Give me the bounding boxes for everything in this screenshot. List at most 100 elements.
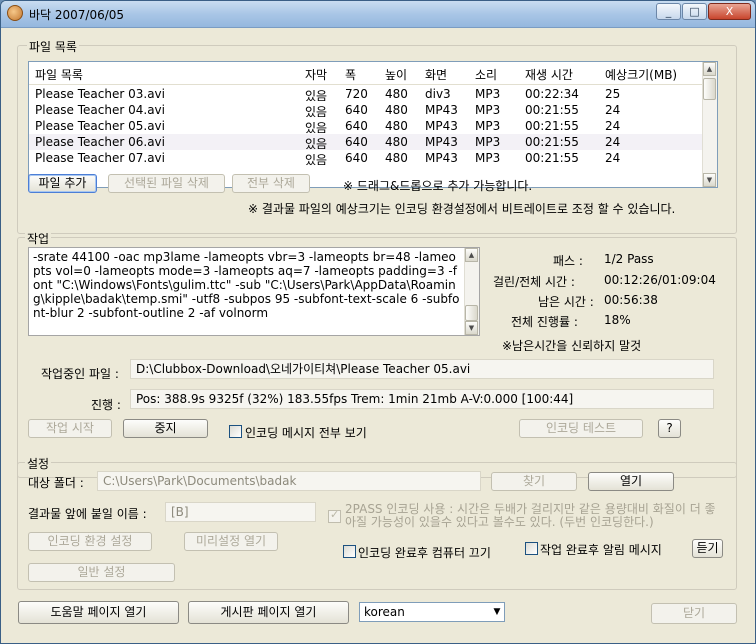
settings-group-label: 설정 — [25, 455, 52, 472]
shutdown-after-checkbox[interactable] — [343, 545, 356, 558]
column-header-audio[interactable]: 소리 — [475, 66, 497, 83]
command-scrollbar[interactable]: ▲ ▼ — [464, 248, 479, 335]
cell-audio: MP3 — [475, 119, 501, 133]
file-list-scrollbar[interactable]: ▲ ▼ — [702, 62, 717, 187]
delete-all-button[interactable]: 전부 삭제 — [232, 174, 310, 193]
minimize-button[interactable]: _ — [656, 3, 681, 20]
current-file-label: 작업중인 파일 : — [41, 367, 119, 381]
column-header-subtitle[interactable]: 자막 — [305, 66, 327, 83]
cell-height: 480 — [385, 87, 408, 101]
scroll-down-icon[interactable]: ▼ — [703, 173, 716, 187]
scroll-down-icon[interactable]: ▼ — [465, 321, 478, 335]
cell-audio: MP3 — [475, 87, 501, 101]
cell-video: MP43 — [425, 135, 458, 149]
cell-width: 640 — [345, 135, 368, 149]
target-folder-field[interactable]: C:\Users\Park\Documents\badak — [97, 471, 481, 491]
cell-video: MP43 — [425, 103, 458, 117]
file-list-row[interactable]: Please Teacher 03.avi 있음 720 480 div3 MP… — [29, 86, 705, 103]
language-select[interactable]: korean ▼ — [359, 602, 505, 622]
column-header-est-size[interactable]: 예상크기(MB) — [605, 66, 677, 83]
cell-height: 480 — [385, 103, 408, 117]
cell-duration: 00:22:34 — [525, 87, 579, 101]
cell-est-size: 25 — [605, 87, 621, 101]
help-page-button[interactable]: 도움말 페이지 열기 — [18, 601, 179, 624]
elapsed-label: 걸린/전체 시간 : — [493, 275, 575, 289]
cell-height: 480 — [385, 135, 408, 149]
column-header-filename[interactable]: 파일 목록 — [35, 66, 83, 83]
size-hint: ※ 결과물 파일의 예상크기는 인코딩 환경설정에서 비트레이트로 조정 할 수… — [248, 202, 676, 216]
file-list-row[interactable]: Please Teacher 06.avi 있음 640 480 MP43 MP… — [29, 134, 705, 151]
two-pass-checkbox[interactable] — [328, 508, 341, 523]
file-list-group-label: 파일 목록 — [27, 38, 79, 55]
stop-job-button[interactable]: 중지 — [123, 419, 208, 438]
scroll-up-icon[interactable]: ▲ — [703, 62, 716, 76]
scroll-thumb[interactable] — [465, 305, 478, 321]
cell-filename: Please Teacher 06.avi — [35, 135, 165, 149]
encoding-settings-button[interactable]: 인코딩 환경 설정 — [28, 532, 152, 551]
help-button[interactable]: ? — [658, 419, 681, 438]
scroll-up-icon[interactable]: ▲ — [465, 248, 478, 262]
add-file-button[interactable]: 파일 추가 — [28, 174, 97, 193]
cell-duration: 00:21:55 — [525, 119, 579, 133]
file-list[interactable]: 파일 목록 자막 폭 높이 화면 소리 재생 시간 예상크기(MB) Pleas… — [28, 61, 718, 188]
prefix-field[interactable]: [B] — [165, 502, 316, 522]
cell-width: 640 — [345, 151, 368, 165]
file-list-header: 파일 목록 자막 폭 높이 화면 소리 재생 시간 예상크기(MB) — [29, 62, 705, 85]
pass-label: 패스 : — [553, 254, 583, 268]
alert-after-checkbox[interactable] — [525, 542, 538, 555]
maximize-button[interactable]: □ — [682, 3, 707, 20]
client-area: 파일 목록 파일 목록 자막 폭 높이 화면 소리 재생 시간 예상크기(MB)… — [5, 28, 751, 641]
cell-est-size: 24 — [605, 119, 621, 133]
encoding-test-button[interactable]: 인코딩 테스트 — [519, 419, 643, 438]
close-button[interactable]: 닫기 — [651, 603, 737, 624]
app-icon — [7, 5, 23, 21]
remaining-label: 남은 시간 : — [538, 295, 594, 309]
status-label: 진행 : — [91, 398, 121, 412]
column-header-height[interactable]: 높이 — [385, 66, 407, 83]
target-folder-label: 대상 폴더 : — [28, 476, 84, 490]
elapsed-value: 00:12:26/01:09:04 — [604, 273, 716, 287]
start-job-button[interactable]: 작업 시작 — [28, 419, 112, 438]
chevron-down-icon[interactable]: ▼ — [492, 606, 502, 618]
cell-filename: Please Teacher 04.avi — [35, 103, 165, 117]
cell-width: 640 — [345, 103, 368, 117]
column-header-duration[interactable]: 재생 시간 — [525, 66, 573, 83]
close-window-button[interactable]: X — [708, 3, 751, 20]
file-list-row[interactable]: Please Teacher 07.avi 있음 640 480 MP43 MP… — [29, 150, 705, 167]
unreliable-note: ※남은시간을 신뢰하지 말것 — [502, 339, 642, 353]
window-title: 바닥 2007/06/05 — [29, 8, 125, 22]
listen-button[interactable]: 듣기 — [692, 539, 723, 558]
column-header-video[interactable]: 화면 — [425, 66, 447, 83]
cell-audio: MP3 — [475, 135, 501, 149]
cell-filename: Please Teacher 05.avi — [35, 119, 165, 133]
title-bar[interactable]: 바닥 2007/06/05 _ □ X — [1, 1, 755, 28]
progress-label: 전체 진행률 : — [511, 315, 578, 329]
drag-drop-hint: ※ 드래그&드롭으로 추가 가능합니다. — [343, 179, 533, 193]
browse-folder-button[interactable]: 찾기 — [491, 472, 577, 491]
delete-selected-button[interactable]: 선택된 파일 삭제 — [108, 174, 225, 193]
file-list-row[interactable]: Please Teacher 05.avi 있음 640 480 MP43 MP… — [29, 118, 705, 135]
cell-video: MP43 — [425, 119, 458, 133]
cell-est-size: 24 — [605, 103, 621, 117]
job-group-label: 작업 — [25, 230, 52, 247]
command-line-box[interactable]: -srate 44100 -oac mp3lame -lameopts vbr=… — [28, 247, 480, 336]
cell-duration: 00:21:55 — [525, 151, 579, 165]
column-header-width[interactable]: 폭 — [345, 66, 356, 83]
preset-open-button[interactable]: 미리설정 열기 — [184, 532, 278, 551]
two-pass-label: 2PASS 인코딩 사용 : 시간은 두배가 걸리지만 같은 용량대비 화질이 … — [345, 502, 716, 529]
cell-subtitle: 있음 — [305, 153, 328, 167]
show-all-messages-checkbox[interactable] — [229, 425, 242, 438]
cell-est-size: 24 — [605, 151, 621, 165]
progress-value: 18% — [604, 313, 631, 327]
file-list-row[interactable]: Please Teacher 04.avi 있음 640 480 MP43 MP… — [29, 102, 705, 119]
board-page-button[interactable]: 게시판 페이지 열기 — [188, 601, 349, 624]
command-line-text: -srate 44100 -oac mp3lame -lameopts vbr=… — [33, 250, 460, 320]
main-window: 바닥 2007/06/05 _ □ X 파일 목록 파일 목록 자막 폭 높이 … — [0, 0, 756, 644]
cell-audio: MP3 — [475, 151, 501, 165]
alert-after-label: 작업 완료후 알림 메시지 — [540, 543, 662, 557]
pass-value: 1/2 Pass — [604, 252, 654, 266]
general-settings-button[interactable]: 일반 설정 — [28, 563, 175, 582]
cell-video: div3 — [425, 87, 451, 101]
open-folder-button[interactable]: 열기 — [588, 472, 674, 491]
scroll-thumb[interactable] — [703, 78, 716, 100]
